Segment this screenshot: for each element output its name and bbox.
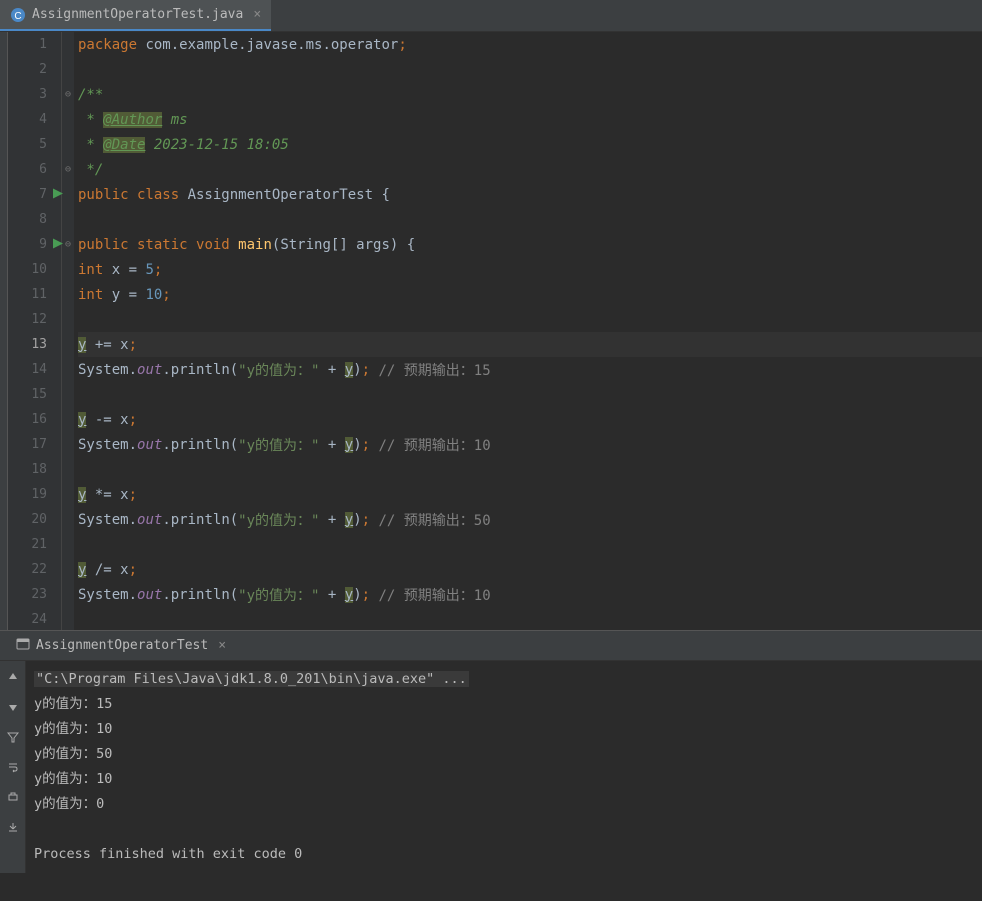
line-number: 6 xyxy=(8,157,61,182)
console-icon xyxy=(16,637,30,655)
line-number: 17 xyxy=(8,432,61,457)
line-number: 10 xyxy=(8,257,61,282)
line-number: 13 xyxy=(8,332,61,357)
console-line: y的值为：10 xyxy=(34,767,974,792)
console-command: "C:\Program Files\Java\jdk1.8.0_201\bin\… xyxy=(34,671,469,687)
line-number: 21 xyxy=(8,532,61,557)
line-number: 9 xyxy=(8,232,61,257)
line-number: 7 xyxy=(8,182,61,207)
editor-tabs-bar: C AssignmentOperatorTest.java × xyxy=(0,0,982,32)
code-editor[interactable]: 1 2 3 4 5 6 7 8 9 10 11 12 13 14 15 16 1… xyxy=(0,32,982,630)
filter-icon[interactable] xyxy=(3,727,23,747)
line-number: 16 xyxy=(8,407,61,432)
run-gutter-icon[interactable] xyxy=(53,187,63,202)
line-number: 8 xyxy=(8,207,61,232)
line-number: 4 xyxy=(8,107,61,132)
wrap-icon[interactable] xyxy=(3,757,23,777)
fold-icon[interactable]: ⊖ xyxy=(62,157,74,182)
run-gutter-icon[interactable] xyxy=(53,237,63,252)
console-line: y的值为：50 xyxy=(34,742,974,767)
up-arrow-icon[interactable] xyxy=(3,667,23,687)
run-tabs-bar: AssignmentOperatorTest × xyxy=(0,631,982,661)
console-line: y的值为：10 xyxy=(34,717,974,742)
tab-filename: AssignmentOperatorTest.java xyxy=(32,7,243,22)
close-icon[interactable]: × xyxy=(253,7,261,22)
class-file-icon: C xyxy=(10,7,26,23)
line-number: 15 xyxy=(8,382,61,407)
console-line: y的值为：0 xyxy=(34,792,974,817)
line-number: 22 xyxy=(8,557,61,582)
console-exit: Process finished with exit code 0 xyxy=(34,842,974,867)
line-number: 12 xyxy=(8,307,61,332)
run-tab[interactable]: AssignmentOperatorTest × xyxy=(8,633,234,659)
export-icon[interactable] xyxy=(3,817,23,837)
line-number: 2 xyxy=(8,57,61,82)
fold-gutter: ⊖ ⊖ ⊖ xyxy=(62,32,74,630)
line-number: 5 xyxy=(8,132,61,157)
code-area[interactable]: package com.example.javase.ms.operator; … xyxy=(74,32,982,630)
console-output[interactable]: "C:\Program Files\Java\jdk1.8.0_201\bin\… xyxy=(26,661,982,873)
line-number: 20 xyxy=(8,507,61,532)
line-number-gutter: 1 2 3 4 5 6 7 8 9 10 11 12 13 14 15 16 1… xyxy=(8,32,62,630)
line-number: 3 xyxy=(8,82,61,107)
left-edge-gutter xyxy=(0,32,8,630)
print-icon[interactable] xyxy=(3,787,23,807)
run-tool-window: AssignmentOperatorTest × "C:\Program Fil… xyxy=(0,630,982,873)
console-toolbar xyxy=(0,661,26,873)
line-number: 14 xyxy=(8,357,61,382)
line-number: 23 xyxy=(8,582,61,607)
svg-text:C: C xyxy=(14,11,21,22)
file-tab[interactable]: C AssignmentOperatorTest.java × xyxy=(0,0,271,31)
line-number: 19 xyxy=(8,482,61,507)
line-number: 24 xyxy=(8,607,61,632)
close-icon[interactable]: × xyxy=(218,638,226,653)
fold-icon[interactable]: ⊖ xyxy=(62,82,74,107)
console-line: y的值为：15 xyxy=(34,692,974,717)
fold-icon[interactable]: ⊖ xyxy=(62,232,74,257)
down-arrow-icon[interactable] xyxy=(3,697,23,717)
line-number: 11 xyxy=(8,282,61,307)
line-number: 18 xyxy=(8,457,61,482)
line-number: 1 xyxy=(8,32,61,57)
run-tab-name: AssignmentOperatorTest xyxy=(36,638,208,653)
